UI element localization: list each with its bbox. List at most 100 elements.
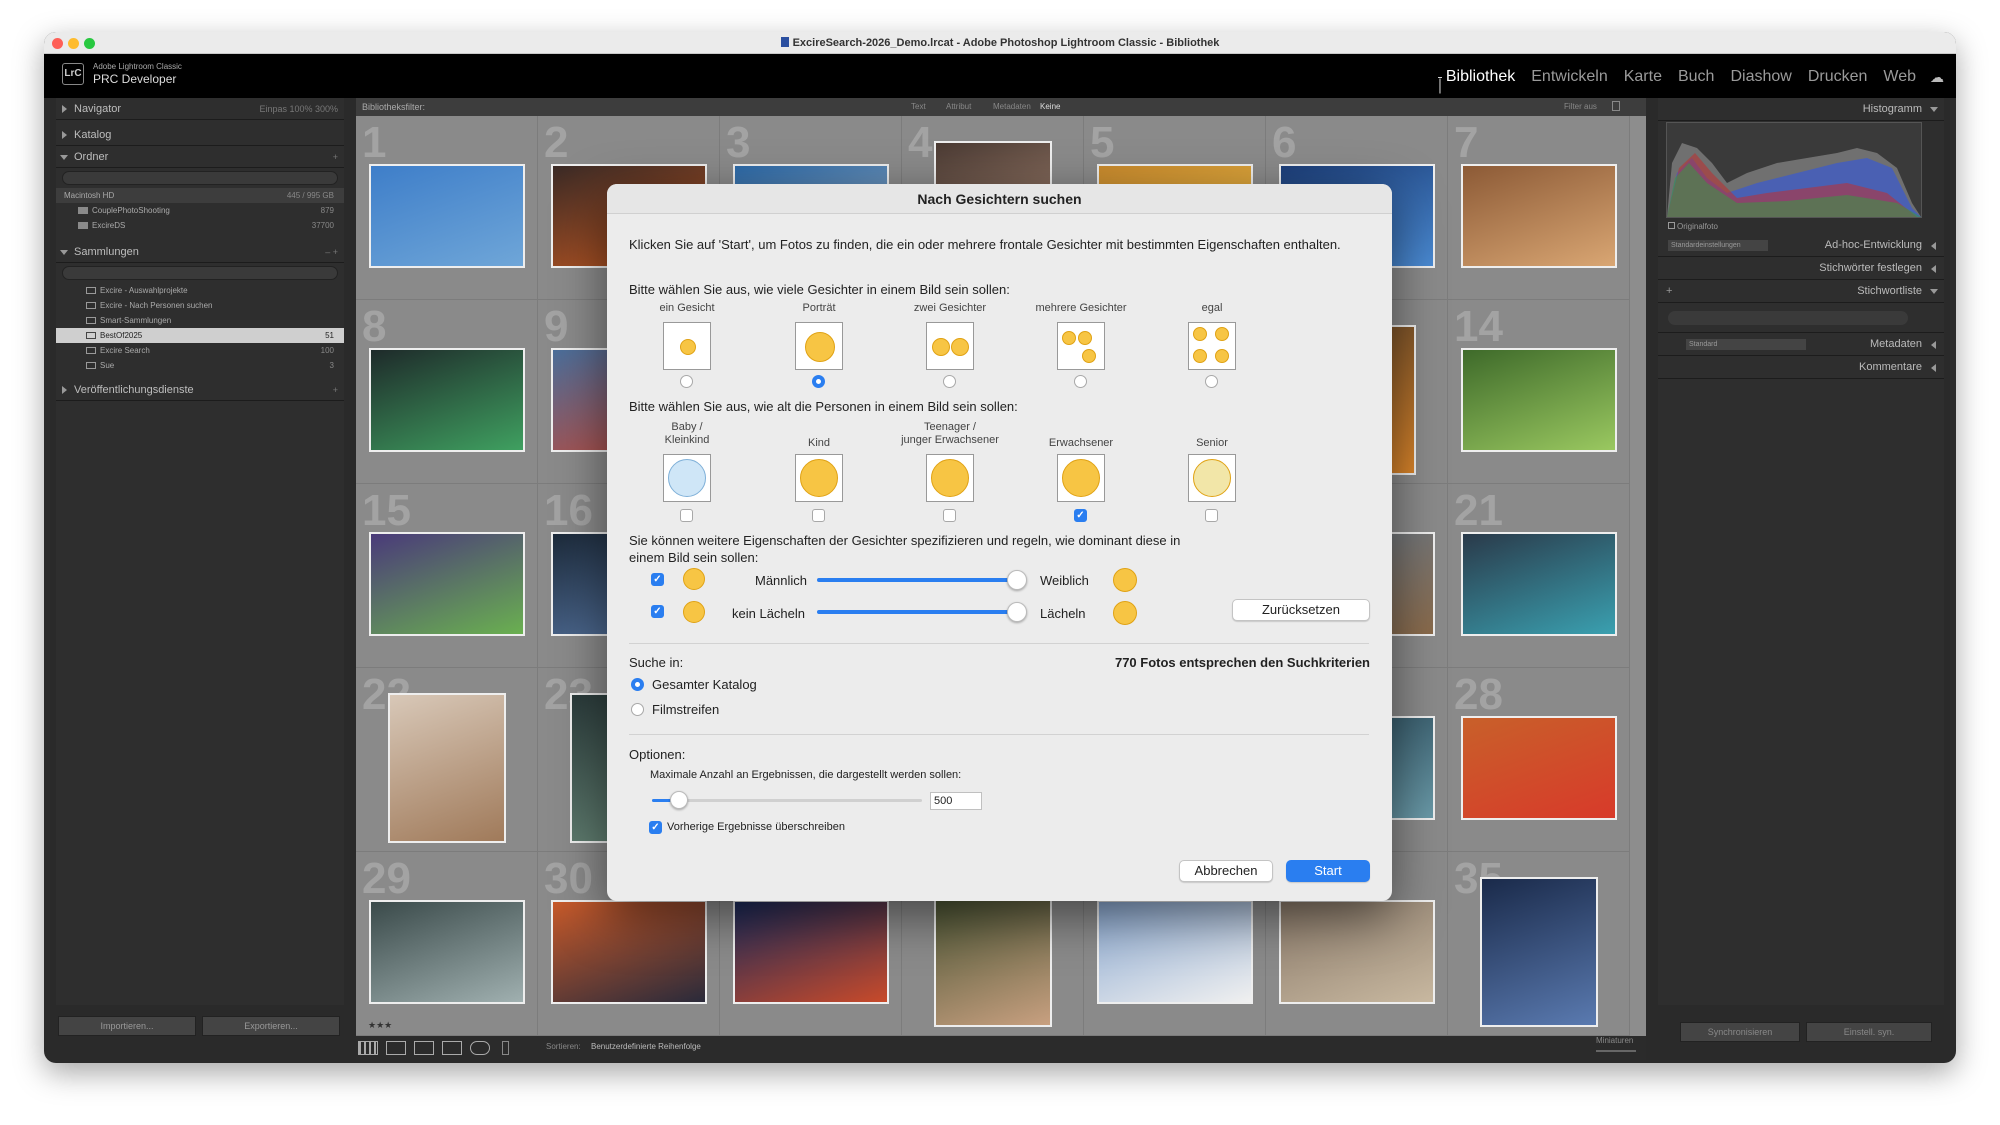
age-icon[interactable] [1057, 454, 1105, 502]
people-view-icon[interactable] [470, 1041, 490, 1055]
grid-cell[interactable]: 21 [1448, 484, 1630, 668]
sort-order-select[interactable]: Benutzerdefinierte Reihenfolge [591, 1042, 701, 1051]
lock-icon[interactable] [1612, 101, 1620, 111]
age-icon[interactable] [926, 454, 974, 502]
import-button[interactable]: Importieren... [58, 1016, 196, 1036]
ordner-header[interactable]: Ordner + [56, 146, 344, 168]
scope-catalog-radio[interactable] [631, 678, 644, 691]
photo-thumbnail[interactable] [1461, 164, 1617, 268]
original-photo-label[interactable]: Originalfoto [1668, 222, 1718, 231]
age-checkbox[interactable] [812, 509, 825, 522]
reset-button[interactable]: Zurücksetzen [1232, 599, 1370, 621]
grid-cell[interactable]: 35 [1448, 852, 1630, 1036]
grid-cell[interactable]: 7 [1448, 116, 1630, 300]
face-count-icon[interactable] [926, 322, 974, 370]
module-diashow[interactable]: Diashow [1722, 68, 1799, 86]
photo-thumbnail[interactable] [733, 900, 889, 1004]
age-checkbox[interactable]: ✓ [1074, 509, 1087, 522]
grid-cell[interactable]: 28 [1448, 668, 1630, 852]
max-results-input[interactable]: 500 [930, 792, 982, 810]
photo-thumbnail[interactable] [369, 164, 525, 268]
katalog-header[interactable]: Katalog [56, 124, 344, 146]
preset-select[interactable]: Standardeinstellungen [1668, 240, 1768, 251]
face-count-icon[interactable] [1057, 322, 1105, 370]
face-count-icon[interactable] [795, 322, 843, 370]
photo-thumbnail[interactable] [369, 900, 525, 1004]
module-karte[interactable]: Karte [1616, 68, 1670, 86]
photo-thumbnail[interactable] [388, 693, 506, 843]
filter-tab-text[interactable]: Text [911, 98, 926, 116]
volume-row[interactable]: Macintosh HD 445 / 995 GB [56, 188, 344, 203]
folder-row[interactable]: CouplePhotoShooting 879 [56, 203, 344, 218]
age-checkbox[interactable] [680, 509, 693, 522]
keyword-filter-input[interactable] [1668, 311, 1908, 325]
photo-thumbnail[interactable] [369, 348, 525, 452]
gender-slider-track[interactable] [817, 578, 1017, 582]
grid-cell[interactable]: 1 [356, 116, 538, 300]
cloud-icon[interactable]: ☁ [1930, 69, 1944, 86]
age-icon[interactable] [663, 454, 711, 502]
close-window-button[interactable] [52, 38, 63, 49]
smile-slider-track[interactable] [817, 610, 1017, 614]
overwrite-checkbox[interactable]: ✓ [649, 821, 662, 834]
module-buch[interactable]: Buch [1670, 68, 1722, 86]
photo-thumbnail[interactable] [1461, 716, 1617, 820]
photo-thumbnail[interactable] [369, 532, 525, 636]
photo-thumbnail[interactable] [1480, 877, 1598, 1027]
grid-cell[interactable]: 29 ★★★ [356, 852, 538, 1036]
filter-tab-attribute[interactable]: Attribut [946, 98, 971, 116]
collection-row[interactable]: Excire Search 100 [56, 343, 344, 358]
age-icon[interactable] [795, 454, 843, 502]
zoom-window-button[interactable] [84, 38, 95, 49]
age-checkbox[interactable] [943, 509, 956, 522]
keyword-list-header[interactable]: + Stichwortliste [1658, 280, 1944, 303]
folder-search-input[interactable] [62, 171, 338, 185]
age-icon[interactable] [1188, 454, 1236, 502]
metadata-header[interactable]: Standard Metadaten [1658, 333, 1944, 356]
module-web[interactable]: Web [1875, 68, 1924, 86]
grid-cell[interactable]: 8 [356, 300, 538, 484]
grid-cell[interactable]: 22 [356, 668, 538, 852]
sammlungen-header[interactable]: Sammlungen – + [56, 241, 344, 263]
smile-checkbox[interactable]: ✓ [651, 605, 664, 618]
star-rating[interactable]: ★★★ [368, 1020, 392, 1031]
smile-slider-knob[interactable] [1007, 602, 1027, 622]
histogram-header[interactable]: Histogramm [1658, 98, 1944, 121]
face-count-icon[interactable] [1188, 322, 1236, 370]
gender-slider-knob[interactable] [1007, 570, 1027, 590]
face-count-radio[interactable] [680, 375, 693, 388]
collection-search-input[interactable] [62, 266, 338, 280]
start-button[interactable]: Start [1286, 860, 1370, 882]
keywording-header[interactable]: Stichwörter festlegen [1658, 257, 1944, 280]
quick-develop-header[interactable]: Standardeinstellungen Ad-hoc-Entwicklung [1658, 234, 1944, 257]
age-checkbox[interactable] [1205, 509, 1218, 522]
folder-row[interactable]: ExcireDS 37700 [56, 218, 344, 233]
photo-thumbnail[interactable] [1279, 900, 1435, 1004]
loupe-view-icon[interactable] [386, 1041, 406, 1055]
gender-checkbox[interactable]: ✓ [651, 573, 664, 586]
cancel-button[interactable]: Abbrechen [1179, 860, 1273, 882]
photo-thumbnail[interactable] [1097, 900, 1253, 1004]
grid-cell[interactable]: 14 [1448, 300, 1630, 484]
minimize-window-button[interactable] [68, 38, 79, 49]
photo-thumbnail[interactable] [1461, 532, 1617, 636]
face-count-radio[interactable] [943, 375, 956, 388]
collection-row[interactable]: Excire - Auswahlprojekte [56, 283, 344, 298]
module-drucken[interactable]: Drucken [1800, 68, 1876, 86]
compare-view-icon[interactable] [414, 1041, 434, 1055]
grid-cell[interactable]: 15 [356, 484, 538, 668]
filter-tab-metadata[interactable]: Metadaten [993, 98, 1031, 116]
metadata-preset-select[interactable]: Standard [1686, 339, 1806, 350]
sync-settings-button[interactable]: Einstell. syn. [1806, 1022, 1932, 1042]
module-entwickeln[interactable]: Entwickeln [1523, 68, 1615, 86]
scope-filmstrip-radio[interactable] [631, 703, 644, 716]
collection-row[interactable]: Excire - Nach Personen suchen [56, 298, 344, 313]
face-count-radio[interactable] [1074, 375, 1087, 388]
max-results-slider-knob[interactable] [670, 791, 688, 809]
collection-row[interactable]: Sue 3 [56, 358, 344, 373]
filter-tab-none[interactable]: Keine [1040, 98, 1060, 116]
filter-presets[interactable]: Filter aus [1564, 98, 1597, 116]
grid-view-icon[interactable] [358, 1041, 378, 1055]
face-count-radio[interactable] [1205, 375, 1218, 388]
module-bibliothek[interactable]: Bibliothek [1438, 68, 1523, 86]
